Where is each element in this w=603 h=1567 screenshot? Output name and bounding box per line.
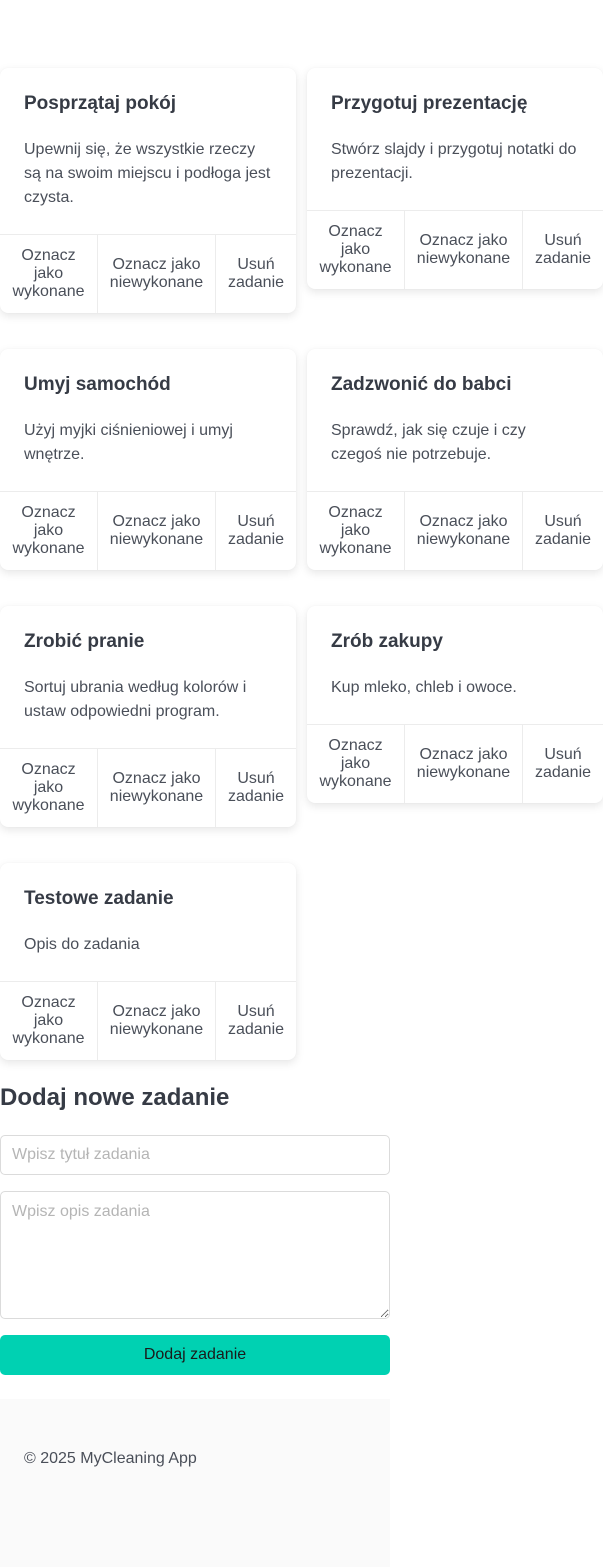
task-title: Umyj samochód <box>24 374 171 395</box>
task-actions: Oznacz jako wykonane Oznacz jako niewyko… <box>307 210 603 289</box>
task-description: Sortuj ubrania według kolorów i ustaw od… <box>24 679 247 720</box>
task-description: Sprawdź, jak się czuje i czy czegoś nie … <box>331 422 526 463</box>
mark-undone-button[interactable]: Oznacz jako niewykonane <box>97 749 216 827</box>
mark-done-button[interactable]: Oznacz jako wykonane <box>0 235 97 313</box>
task-card: Testowe zadanie Opis do zadania Oznacz j… <box>0 863 296 1060</box>
mark-undone-button[interactable]: Oznacz jako niewykonane <box>404 492 523 570</box>
mark-undone-button[interactable]: Oznacz jako niewykonane <box>97 235 216 313</box>
mark-done-button[interactable]: Oznacz jako wykonane <box>0 982 97 1060</box>
delete-task-button[interactable]: Usuń zadanie <box>216 982 296 1060</box>
mark-done-button[interactable]: Oznacz jako wykonane <box>0 749 97 827</box>
page-footer: © 2025 MyCleaning App <box>0 1399 390 1567</box>
mark-undone-button[interactable]: Oznacz jako niewykonane <box>97 982 216 1060</box>
task-title: Zrobić pranie <box>24 631 145 652</box>
task-actions: Oznacz jako wykonane Oznacz jako niewyko… <box>0 234 296 313</box>
delete-task-button[interactable]: Usuń zadanie <box>216 235 296 313</box>
task-description: Opis do zadania <box>24 936 140 953</box>
task-card-body: Zrobić pranie Sortuj ubrania według kolo… <box>0 606 296 748</box>
task-description: Kup mleko, chleb i owoce. <box>331 679 517 696</box>
task-card: Zrobić pranie Sortuj ubrania według kolo… <box>0 606 296 827</box>
mark-undone-button[interactable]: Oznacz jako niewykonane <box>404 725 523 803</box>
task-card-body: Zadzwonić do babci Sprawdź, jak się czuj… <box>307 349 603 491</box>
task-card-body: Przygotuj prezentację Stwórz slajdy i pr… <box>307 68 603 210</box>
task-title: Przygotuj prezentację <box>331 93 528 114</box>
task-card-body: Posprzątaj pokój Upewnij się, że wszystk… <box>0 68 296 234</box>
task-description: Upewnij się, że wszystkie rzeczy są na s… <box>24 141 271 206</box>
task-card-body: Testowe zadanie Opis do zadania <box>0 863 296 981</box>
task-card: Zrób zakupy Kup mleko, chleb i owoce. Oz… <box>307 606 603 803</box>
task-card-body: Zrób zakupy Kup mleko, chleb i owoce. <box>307 606 603 724</box>
delete-task-button[interactable]: Usuń zadanie <box>523 492 603 570</box>
delete-task-button[interactable]: Usuń zadanie <box>523 725 603 803</box>
task-card: Posprzątaj pokój Upewnij się, że wszystk… <box>0 68 296 313</box>
task-actions: Oznacz jako wykonane Oznacz jako niewyko… <box>0 981 296 1060</box>
task-description: Użyj myjki ciśnieniowej i umyj wnętrze. <box>24 422 233 463</box>
add-task-form: Dodaj nowe zadanie Dodaj zadanie <box>0 1082 390 1375</box>
task-title: Testowe zadanie <box>24 888 174 909</box>
mark-done-button[interactable]: Oznacz jako wykonane <box>307 211 404 289</box>
task-title-input[interactable] <box>0 1135 390 1175</box>
delete-task-button[interactable]: Usuń zadanie <box>216 749 296 827</box>
task-actions: Oznacz jako wykonane Oznacz jako niewyko… <box>307 724 603 803</box>
mark-undone-button[interactable]: Oznacz jako niewykonane <box>404 211 523 289</box>
mark-done-button[interactable]: Oznacz jako wykonane <box>307 492 404 570</box>
task-title: Zadzwonić do babci <box>331 374 512 395</box>
task-description: Stwórz slajdy i przygotuj notatki do pre… <box>331 141 577 182</box>
task-card: Umyj samochód Użyj myjki ciśnieniowej i … <box>0 349 296 570</box>
delete-task-button[interactable]: Usuń zadanie <box>216 492 296 570</box>
task-actions: Oznacz jako wykonane Oznacz jako niewyko… <box>0 748 296 827</box>
delete-task-button[interactable]: Usuń zadanie <box>523 211 603 289</box>
mark-done-button[interactable]: Oznacz jako wykonane <box>307 725 404 803</box>
task-grid: Posprzątaj pokój Upewnij się, że wszystk… <box>0 68 603 1060</box>
task-title: Zrób zakupy <box>331 631 443 652</box>
mark-undone-button[interactable]: Oznacz jako niewykonane <box>97 492 216 570</box>
task-description-textarea[interactable] <box>0 1191 390 1319</box>
task-card: Zadzwonić do babci Sprawdź, jak się czuj… <box>307 349 603 570</box>
copyright-text: © 2025 MyCleaning App <box>24 1450 197 1467</box>
task-actions: Oznacz jako wykonane Oznacz jako niewyko… <box>0 491 296 570</box>
task-card-body: Umyj samochód Użyj myjki ciśnieniowej i … <box>0 349 296 491</box>
add-task-button[interactable]: Dodaj zadanie <box>0 1335 390 1375</box>
mark-done-button[interactable]: Oznacz jako wykonane <box>0 492 97 570</box>
task-card: Przygotuj prezentację Stwórz slajdy i pr… <box>307 68 603 289</box>
task-actions: Oznacz jako wykonane Oznacz jako niewyko… <box>307 491 603 570</box>
task-title: Posprzątaj pokój <box>24 93 177 114</box>
add-task-heading: Dodaj nowe zadanie <box>0 1084 230 1111</box>
